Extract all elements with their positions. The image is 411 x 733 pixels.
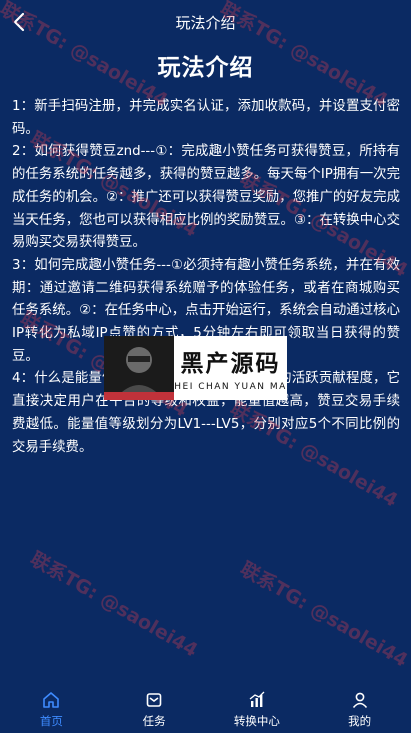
tab-exchange-center-label: 转换中心 — [233, 714, 280, 728]
rules-paragraph-1: 1：新手扫码注册，并完成实名认证，添加收款码，并设置支付密码。 — [12, 99, 400, 137]
logo-english-text: HEI CHAN YUAN MA — [174, 382, 287, 392]
back-button[interactable] — [8, 10, 30, 34]
tab-mine[interactable]: 我的 — [310, 690, 410, 729]
rules-paragraph-2: 2：如何获得赞豆znd---①：完成趣小赞任务可获得赞豆，所持有的任务系统的任务… — [12, 144, 400, 251]
task-icon — [144, 690, 164, 710]
bottom-tab-bar: 首页 任务 转换中心 我的 — [0, 686, 411, 733]
page-title: 玩法介绍 — [157, 55, 254, 81]
user-icon — [350, 690, 370, 710]
brand-logo: 黑产源码 HEI CHAN YUAN MA — [104, 336, 287, 400]
tab-mine-label: 我的 — [348, 714, 372, 728]
rules-content: 1：新手扫码注册，并完成实名认证，添加收款码，并设置支付密码。 2：如何获得赞豆… — [12, 96, 400, 459]
chart-icon — [247, 690, 267, 710]
watermark: 联系TG: @saolei44 — [26, 547, 202, 662]
top-bar: 玩法介绍 — [0, 0, 411, 44]
home-icon — [41, 690, 61, 710]
tab-exchange-center[interactable]: 转换中心 — [207, 690, 307, 729]
logo-portrait-icon — [104, 336, 174, 400]
tab-task[interactable]: 任务 — [104, 690, 204, 729]
watermark: 联系TG: @saolei44 — [236, 557, 411, 672]
topbar-title: 玩法介绍 — [175, 13, 236, 32]
chevron-left-icon — [13, 12, 25, 32]
tab-home[interactable]: 首页 — [1, 690, 101, 729]
tab-home-label: 首页 — [39, 714, 63, 728]
logo-chinese-text: 黑产源码 — [180, 351, 281, 377]
tab-task-label: 任务 — [142, 714, 166, 728]
